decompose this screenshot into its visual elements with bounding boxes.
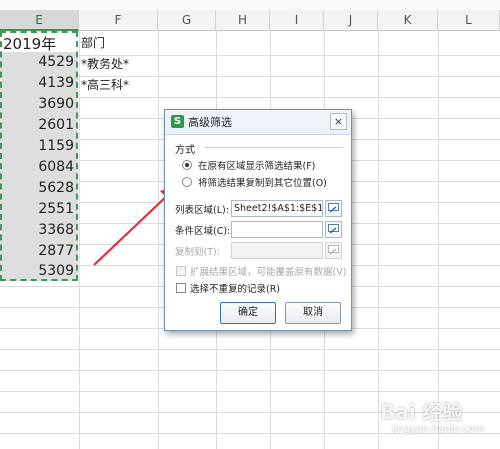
criteria-range-picker-button[interactable] (325, 221, 342, 238)
copy-to-input (231, 242, 323, 259)
unique-records-label[interactable]: 选择不重复的记录(R) (190, 281, 280, 295)
grid-line (79, 31, 80, 449)
app-logo-icon: S (171, 115, 184, 128)
watermark-url: jingyan.baidu.com (392, 424, 485, 435)
cell-e10[interactable]: 3368 (0, 220, 78, 241)
column-header-i[interactable]: I (270, 10, 324, 31)
cell-e5[interactable]: 2601 (0, 115, 78, 136)
option-copy-label[interactable]: 将筛选结果复制到其它位置(O) (198, 175, 327, 189)
list-range-picker-button[interactable] (325, 200, 342, 217)
column-header-j[interactable]: J (324, 10, 378, 31)
column-header-g[interactable]: G (158, 10, 216, 31)
cell-e3[interactable]: 4139 (0, 73, 78, 94)
range-select-icon (328, 245, 339, 255)
criteria-range-label: 条件区域(C): (175, 226, 231, 237)
list-range-label: 列表区域(L): (175, 205, 229, 216)
advanced-filter-dialog: S 高级筛选 × 方式 在原有区域显示筛选结果(F) 将筛选结果复制到其它位置(… (164, 109, 352, 331)
radio-in-place[interactable] (182, 160, 192, 170)
cell-e11[interactable]: 2877 (0, 241, 78, 262)
cell-e7[interactable]: 6084 (0, 157, 78, 178)
cell-e2[interactable]: 4529 (0, 52, 78, 73)
grid-line (0, 391, 500, 392)
cell-f3[interactable]: *高三科* (81, 73, 129, 97)
dialog-title: 高级筛选 (188, 116, 232, 129)
unique-records-checkbox[interactable] (176, 283, 186, 293)
cell-e8[interactable]: 5628 (0, 178, 78, 199)
ok-button[interactable]: 确定 (220, 302, 276, 324)
cell-e4[interactable]: 3690 (0, 94, 78, 115)
copy-to-picker-button (325, 242, 342, 259)
column-header-e[interactable]: E (0, 10, 79, 31)
column-header-f[interactable]: F (79, 10, 158, 31)
grid-line (378, 31, 379, 449)
column-header-k[interactable]: K (378, 10, 438, 31)
copy-to-label: 复制到(T): (175, 247, 220, 258)
radio-copy-elsewhere[interactable] (182, 177, 192, 187)
expand-results-checkbox (176, 266, 186, 276)
option-in-place-label[interactable]: 在原有区域显示筛选结果(F) (198, 158, 315, 172)
method-section-label: 方式 (175, 145, 195, 156)
section-divider (205, 147, 343, 148)
close-button[interactable]: × (330, 113, 347, 130)
grid-line (158, 31, 159, 449)
toolbar-strip (0, 0, 500, 10)
list-range-input[interactable]: Sheet2!$A$1:$E$12 (231, 200, 323, 217)
column-header-l[interactable]: L (438, 10, 500, 31)
expand-results-label: 扩展结果区域，可能覆盖原有数据(V) (190, 267, 347, 278)
cell-e9[interactable]: 2551 (0, 199, 78, 220)
cell-e12[interactable]: 5309 (0, 262, 78, 281)
watermark-logo: Bai 经验 (380, 400, 463, 424)
cell-e6[interactable]: 1159 (0, 136, 78, 157)
range-select-icon (328, 203, 339, 213)
dialog-titlebar[interactable]: S 高级筛选 × (165, 110, 351, 135)
grid-line (438, 31, 439, 449)
column-header-h[interactable]: H (216, 10, 270, 31)
range-select-icon (328, 224, 339, 234)
cancel-button[interactable]: 取消 (285, 302, 341, 324)
grid-line (0, 370, 500, 371)
grid-line (0, 349, 500, 350)
criteria-range-input[interactable] (231, 221, 323, 238)
